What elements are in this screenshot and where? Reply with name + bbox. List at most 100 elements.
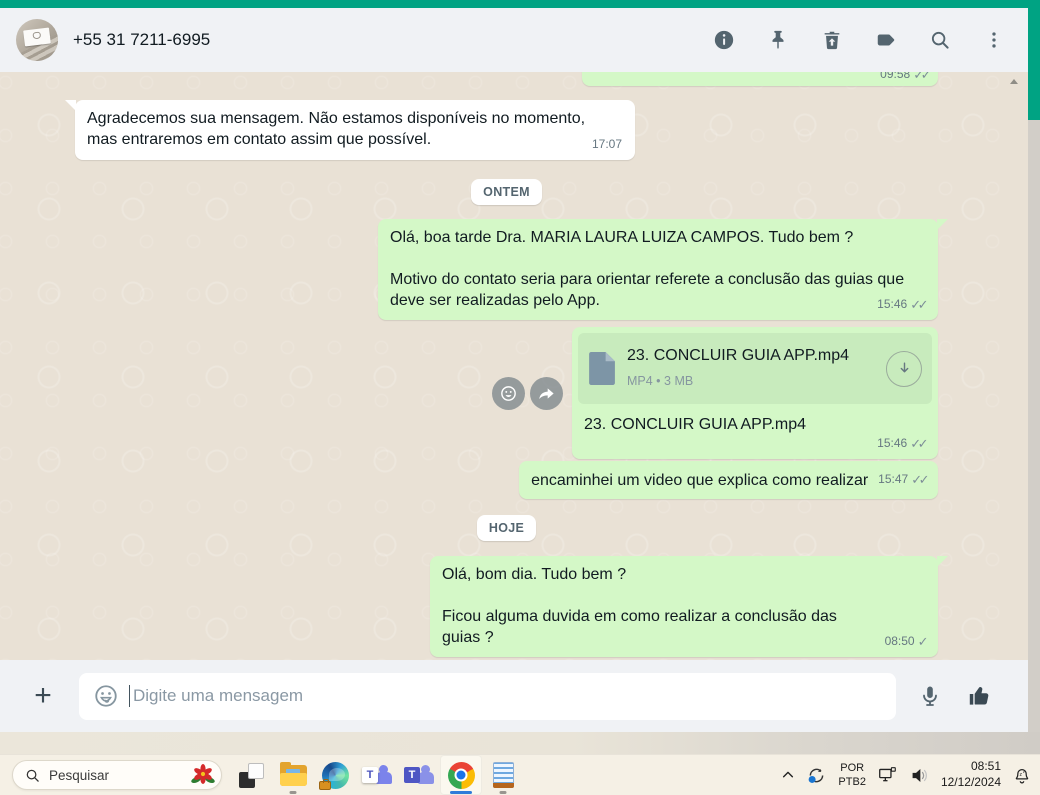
taskbar: Pesquisar T T POR PTB2 08:51 12/12/2024 … xyxy=(0,754,1040,795)
date-separator-today: HOJE xyxy=(476,515,537,541)
message-row-note: encaminhei um video que explica como rea… xyxy=(75,461,938,499)
outgoing-message[interactable]: Olá, boa tarde Dra. MARIA LAURA LUIZA CA… xyxy=(378,219,948,320)
avatar-business-card xyxy=(23,27,51,47)
contact-avatar[interactable] xyxy=(16,19,58,61)
teams-classic-icon: T xyxy=(362,763,392,787)
file-name: 23. CONCLUIR GUIA APP.mp4 xyxy=(627,347,850,364)
taskbar-apps: T T xyxy=(230,755,524,795)
search-button[interactable] xyxy=(920,20,960,60)
search-label: Pesquisar xyxy=(49,767,110,783)
chevron-up-icon xyxy=(783,771,794,778)
plus-icon: + xyxy=(34,679,52,712)
voice-message-button[interactable] xyxy=(918,684,942,708)
teams-button[interactable]: T xyxy=(398,755,440,795)
tray-time: 08:51 xyxy=(970,759,1001,774)
file-attachment[interactable]: 23. CONCLUIR GUIA APP.mp4 MP4 • 3 MB xyxy=(578,333,932,404)
bell-dnd-icon: z z xyxy=(1015,768,1029,784)
forward-button[interactable] xyxy=(530,376,563,410)
emoji-picker-button[interactable] xyxy=(93,683,119,709)
window-edge-teal xyxy=(1028,8,1040,120)
edge-button[interactable] xyxy=(314,755,356,795)
react-button[interactable] xyxy=(492,376,525,410)
notepad-button[interactable] xyxy=(482,755,524,795)
document-icon xyxy=(589,352,615,385)
message-row-followup: Olá, bom dia. Tudo bem ? Ficou alguma du… xyxy=(75,556,948,657)
message-composer: + Digite uma mensagem xyxy=(0,660,1028,732)
contact-name[interactable]: +55 31 7211-6995 xyxy=(73,30,210,50)
file-caption: 23. CONCLUIR GUIA APP.mp4 xyxy=(584,416,807,433)
info-button[interactable] xyxy=(704,20,744,60)
language-indicator[interactable]: POR PTB2 xyxy=(838,761,866,790)
clipped-outgoing-message[interactable]: 09:58 ✓✓ xyxy=(582,72,938,86)
thumbs-up-icon xyxy=(969,687,989,705)
bubble-tail xyxy=(937,219,948,230)
pin-button[interactable] xyxy=(758,20,798,60)
search-icon xyxy=(26,769,39,782)
outgoing-message[interactable]: Olá, bom dia. Tudo bem ? Ficou alguma du… xyxy=(430,556,948,657)
header-actions xyxy=(704,20,1014,60)
chat-header: +55 31 7211-6995 xyxy=(0,8,1028,72)
like-button[interactable] xyxy=(966,683,992,709)
emoji-icon xyxy=(95,685,117,707)
outgoing-file-message[interactable]: 23. CONCLUIR GUIA APP.mp4 MP4 • 3 MB 23.… xyxy=(572,327,938,459)
double-check-icon: ✓✓ xyxy=(910,297,928,312)
volume-tray-button[interactable] xyxy=(909,766,930,785)
date-separator-row: ONTEM xyxy=(75,179,938,205)
input-placeholder: Digite uma mensagem xyxy=(133,686,304,705)
kebab-menu-icon xyxy=(992,32,996,48)
scrollbar-up-arrow[interactable] xyxy=(1010,79,1018,84)
message-line-1: Olá, boa tarde Dra. MARIA LAURA LUIZA CA… xyxy=(390,229,854,246)
notepad-icon xyxy=(492,762,514,788)
clock[interactable]: 08:51 12/12/2024 xyxy=(941,759,1001,790)
running-indicator xyxy=(289,791,297,794)
message-text: Agradecemos sua mensagem. Não estamos di… xyxy=(87,110,586,148)
sync-icon xyxy=(809,768,824,783)
smiley-icon xyxy=(501,385,516,401)
search-icon xyxy=(931,31,949,49)
task-view-button[interactable] xyxy=(230,755,272,795)
sync-tray-button[interactable] xyxy=(806,765,827,786)
outgoing-message[interactable]: encaminhei um video que explica como rea… xyxy=(519,461,938,499)
chrome-icon xyxy=(447,761,475,789)
chrome-button[interactable] xyxy=(440,755,482,795)
tray-date: 12/12/2024 xyxy=(940,775,1001,789)
text-caret xyxy=(129,685,130,707)
pin-icon xyxy=(772,30,784,50)
bubble-tail xyxy=(937,556,948,567)
file-explorer-button[interactable] xyxy=(272,755,314,795)
incoming-message[interactable]: Agradecemos sua mensagem. Não estamos di… xyxy=(65,100,635,160)
message-time: 09:58 xyxy=(880,72,911,81)
delete-chat-button[interactable] xyxy=(812,20,852,60)
message-row-auto-reply: Agradecemos sua mensagem. Não estamos di… xyxy=(65,100,938,160)
message-time: 08:50 xyxy=(884,634,915,648)
message-input[interactable]: Digite uma mensagem xyxy=(79,672,896,720)
download-button[interactable] xyxy=(886,350,922,387)
attach-button[interactable]: + xyxy=(26,676,60,716)
speaker-icon xyxy=(912,768,927,782)
message-time: 15:46 xyxy=(877,297,908,311)
label-button[interactable] xyxy=(866,20,906,60)
single-check-icon: ✓ xyxy=(917,634,929,649)
menu-button[interactable] xyxy=(974,20,1014,60)
tooth-logo-icon xyxy=(32,31,42,40)
window-edge-gray xyxy=(1028,120,1040,754)
bubble-tail xyxy=(65,100,76,111)
date-separator-yesterday: ONTEM xyxy=(471,179,542,205)
file-info: 23. CONCLUIR GUIA APP.mp4 MP4 • 3 MB xyxy=(627,345,874,392)
network-tray-button[interactable] xyxy=(877,766,898,785)
message-row-clipped: 09:58 ✓✓ xyxy=(75,72,938,86)
desktop-background xyxy=(0,732,1040,754)
teams-icon: T xyxy=(404,763,434,787)
date-separator-row: HOJE xyxy=(75,515,938,541)
notifications-button[interactable]: z z xyxy=(1012,765,1032,785)
hidden-icons-button[interactable] xyxy=(781,768,795,782)
double-check-icon: ✓✓ xyxy=(911,472,929,487)
file-explorer-icon xyxy=(279,761,307,786)
taskbar-search[interactable]: Pesquisar xyxy=(12,760,222,790)
forward-arrow-icon xyxy=(539,387,554,399)
teams-classic-button[interactable]: T xyxy=(356,755,398,795)
download-arrow-icon xyxy=(900,362,908,373)
message-line-2: Ficou alguma duvida em como realizar a c… xyxy=(442,608,837,646)
svg-text:z: z xyxy=(1023,770,1025,774)
message-text: encaminhei um video que explica como rea… xyxy=(531,472,869,489)
